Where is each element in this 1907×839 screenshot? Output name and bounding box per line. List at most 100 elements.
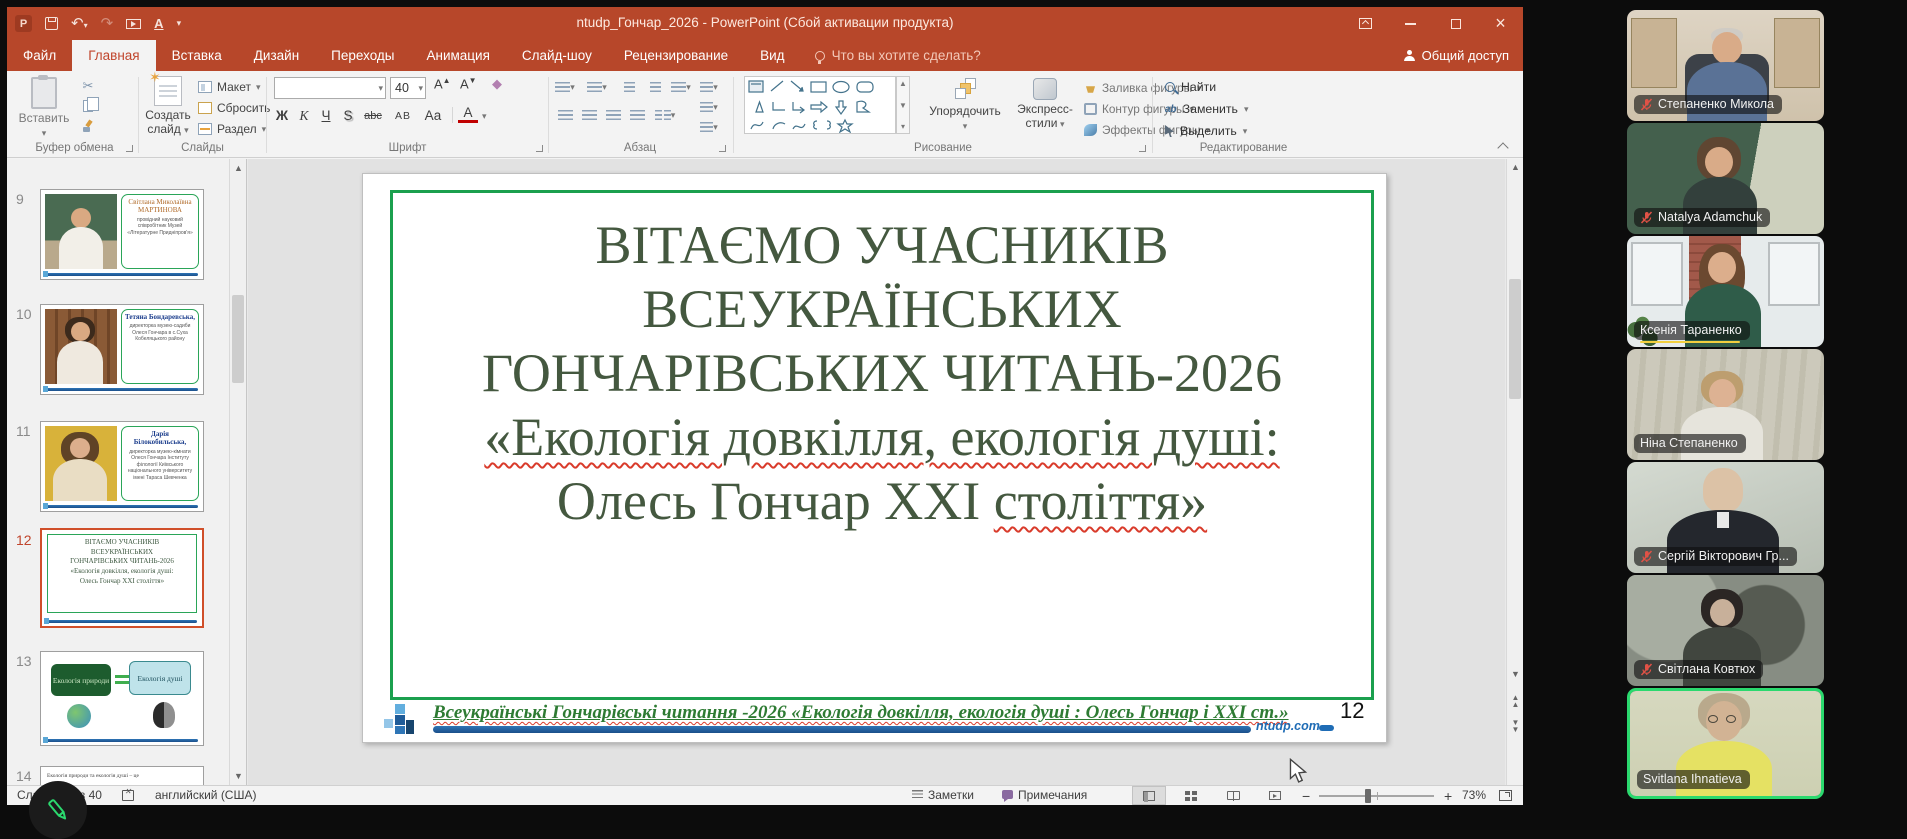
select-button[interactable]: Выделить ▾ bbox=[1165, 124, 1247, 138]
italic-button[interactable]: К bbox=[294, 105, 314, 126]
normal-view-button[interactable] bbox=[1132, 786, 1166, 805]
annotation-pencil-button[interactable] bbox=[29, 781, 87, 839]
quick-styles-button[interactable]: Экспресс-стили ▾ bbox=[1012, 78, 1078, 130]
decrease-indent-button[interactable] bbox=[618, 77, 640, 97]
participant-tile-6[interactable]: Світлана Ковтюх bbox=[1627, 575, 1824, 686]
tab-file[interactable]: Файл bbox=[7, 40, 72, 71]
thumb-scroll-down-icon[interactable]: ▼ bbox=[230, 771, 246, 781]
find-button[interactable]: Найти bbox=[1165, 80, 1216, 94]
tab-insert[interactable]: Вставка bbox=[156, 40, 238, 71]
zoom-out-button[interactable]: − bbox=[1302, 788, 1310, 804]
increase-indent-button[interactable] bbox=[644, 77, 666, 97]
participant-tile-7-active-speaker[interactable]: Svitlana Ihnatieva bbox=[1627, 688, 1824, 799]
font-color-button[interactable]: А bbox=[458, 105, 478, 123]
shapes-gallery-scroll[interactable]: ▲ ▼ ▾ bbox=[896, 76, 910, 134]
share-button[interactable]: Общий доступ bbox=[1403, 40, 1509, 71]
participant-tile-4[interactable]: Ніна Степаненко bbox=[1627, 349, 1824, 460]
thumbnail-slide-13[interactable]: Екологія природи Екологія душі bbox=[40, 651, 204, 746]
zoom-slider-thumb[interactable] bbox=[1365, 789, 1371, 803]
tab-view[interactable]: Вид bbox=[744, 40, 800, 71]
font-style-icon[interactable]: А bbox=[154, 16, 163, 31]
shrink-font-button[interactable]: А▼ bbox=[460, 76, 477, 91]
spellcheck-icon[interactable] bbox=[122, 787, 134, 802]
shapes-gallery[interactable]: ▲ ▼ ▾ bbox=[744, 76, 910, 134]
minimize-button[interactable] bbox=[1388, 7, 1433, 40]
layout-button[interactable]: Макет ▾ bbox=[198, 80, 261, 94]
arrange-button[interactable]: Упорядочить ▾ bbox=[922, 78, 1008, 132]
previous-slide-button[interactable]: ▲ ▲ bbox=[1507, 694, 1524, 709]
clear-formatting-button[interactable]: ◆ bbox=[492, 76, 502, 92]
tab-animations[interactable]: Анимация bbox=[411, 40, 506, 71]
thumbnail-slide-11[interactable]: Дарія Білокобильська, директорка музею-к… bbox=[40, 421, 204, 512]
paste-button[interactable]: Вставить ▾ bbox=[18, 75, 70, 139]
underline-button[interactable]: Ч bbox=[316, 105, 336, 126]
justify-button[interactable] bbox=[626, 105, 648, 125]
customize-qat-icon[interactable]: ▾ bbox=[177, 19, 182, 28]
participant-tile-5[interactable]: Сергій Вікторович Гр... bbox=[1627, 462, 1824, 573]
tab-home[interactable]: Главная bbox=[72, 40, 156, 71]
line-spacing-button[interactable]: ▾ bbox=[670, 77, 692, 97]
participant-tile-1[interactable]: Степаненко Микола bbox=[1627, 10, 1824, 121]
new-slide-button[interactable]: Создать слайд ▾ bbox=[142, 69, 194, 136]
reading-view-button[interactable] bbox=[1216, 786, 1250, 805]
thumbnail-scrollbar[interactable]: ▲ ▼ bbox=[229, 159, 246, 785]
paragraph-dialog-launcher[interactable] bbox=[719, 145, 726, 152]
scroll-down-icon[interactable]: ▼ bbox=[1507, 669, 1524, 679]
character-spacing-button[interactable]: АВ bbox=[390, 105, 416, 126]
slideshow-view-button[interactable] bbox=[1258, 786, 1292, 805]
tab-slideshow[interactable]: Слайд-шоу bbox=[506, 40, 608, 71]
thumb-scroll-up-icon[interactable]: ▲ bbox=[230, 163, 246, 173]
align-left-button[interactable] bbox=[554, 105, 576, 125]
clipboard-dialog-launcher[interactable] bbox=[126, 145, 133, 152]
slide-title-box[interactable]: ВІТАЄМО УЧАСНИКІВ ВСЕУКРАЇНСЬКИХ ГОНЧАРІ… bbox=[390, 190, 1374, 700]
ribbon-display-options-button[interactable] bbox=[1343, 7, 1388, 40]
redo-icon[interactable]: ↷ bbox=[101, 16, 114, 31]
reset-button[interactable]: Сбросить bbox=[198, 101, 270, 115]
tab-design[interactable]: Дизайн bbox=[238, 40, 315, 71]
copy-button[interactable] bbox=[78, 97, 99, 115]
undo-icon[interactable]: ↶▾ bbox=[71, 16, 88, 31]
language-indicator[interactable]: английский (США) bbox=[155, 788, 256, 802]
zoom-percentage[interactable]: 73% bbox=[1462, 788, 1486, 802]
tell-me-box[interactable]: Что вы хотите сделать? bbox=[801, 40, 981, 71]
collapse-ribbon-button[interactable] bbox=[1497, 143, 1509, 151]
tab-review[interactable]: Рецензирование bbox=[608, 40, 744, 71]
scroll-up-icon[interactable]: ▲ bbox=[1507, 162, 1524, 172]
tab-transitions[interactable]: Переходы bbox=[315, 40, 410, 71]
fit-to-window-button[interactable] bbox=[1499, 790, 1512, 801]
slide-scrollbar[interactable]: ▲ ▼ ▲ ▲ ▼ ▼ bbox=[1506, 159, 1523, 785]
thumbnail-slide-10[interactable]: Тетяна Бондаревська, директорка музею-са… bbox=[40, 304, 204, 395]
comments-button[interactable]: Примечания bbox=[1002, 788, 1087, 802]
font-name-combo[interactable]: ▾ bbox=[274, 77, 386, 99]
close-button[interactable]: × bbox=[1478, 7, 1523, 40]
font-dialog-launcher[interactable] bbox=[536, 145, 543, 152]
text-direction-button[interactable]: ▾ bbox=[698, 77, 720, 97]
restore-button[interactable] bbox=[1433, 7, 1478, 40]
text-shadow-button[interactable]: S bbox=[338, 105, 358, 126]
replace-button[interactable]: ab Заменить ▾ bbox=[1165, 102, 1248, 116]
align-text-button[interactable]: ▾ bbox=[698, 97, 720, 117]
align-right-button[interactable] bbox=[602, 105, 624, 125]
strikethrough-button[interactable]: abc bbox=[360, 105, 386, 126]
font-size-combo[interactable]: 40 ▾ bbox=[390, 77, 426, 99]
drawing-dialog-launcher[interactable] bbox=[1139, 145, 1146, 152]
slide-sorter-view-button[interactable] bbox=[1174, 786, 1208, 805]
bullets-button[interactable]: ▾ bbox=[554, 77, 576, 97]
convert-smartart-button[interactable]: ▾ bbox=[698, 117, 720, 137]
notes-button[interactable]: Заметки bbox=[912, 788, 974, 802]
thumb-scroll-thumb[interactable] bbox=[232, 295, 244, 383]
participant-tile-2[interactable]: Natalya Adamchuk bbox=[1627, 123, 1824, 234]
participant-tile-3[interactable]: Ксенія Тараненко bbox=[1627, 236, 1824, 347]
grow-font-button[interactable]: А▲ bbox=[434, 76, 451, 91]
zoom-in-button[interactable]: + bbox=[1444, 788, 1452, 804]
zoom-slider[interactable] bbox=[1319, 789, 1434, 803]
save-icon[interactable] bbox=[45, 17, 58, 30]
cut-button[interactable]: ✂ bbox=[78, 77, 98, 95]
bold-button[interactable]: Ж bbox=[272, 105, 292, 126]
next-slide-button[interactable]: ▼ ▼ bbox=[1507, 719, 1524, 734]
thumbnail-slide-9[interactable]: Світлана Миколаївна МАРТИНОВА провідний … bbox=[40, 189, 204, 280]
section-button[interactable]: Раздел ▾ bbox=[198, 122, 266, 136]
align-center-button[interactable] bbox=[578, 105, 600, 125]
change-case-button[interactable]: Аа bbox=[420, 105, 446, 126]
font-color-dropdown[interactable]: ▾ bbox=[482, 111, 487, 122]
